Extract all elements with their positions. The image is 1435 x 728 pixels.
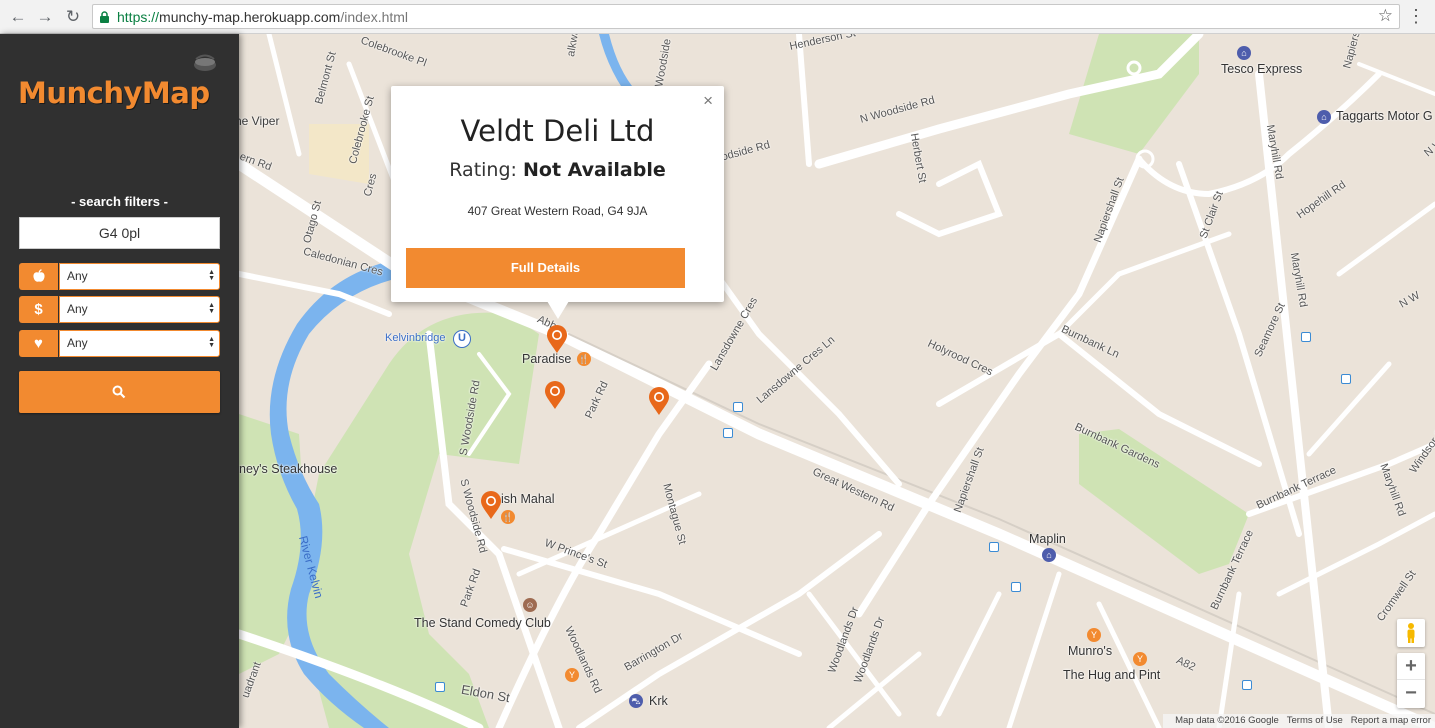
- category-filter: Any ▲ ▼: [19, 263, 220, 290]
- map-marker-icon[interactable]: [479, 490, 503, 520]
- map-data-credit: Map data ©2016 Google: [1175, 715, 1279, 726]
- full-details-button[interactable]: Full Details: [406, 248, 685, 288]
- zoom-in-button[interactable]: +: [1397, 653, 1425, 680]
- map-marker-icon[interactable]: [543, 380, 567, 410]
- back-arrow-icon[interactable]: ←: [6, 5, 30, 29]
- zoom-out-button[interactable]: −: [1397, 680, 1425, 707]
- address-bar[interactable]: https://munchy-map.herokuapp.com/index.h…: [92, 4, 1400, 29]
- map-label: Paradise: [522, 352, 572, 366]
- street-view-pegman-icon[interactable]: [1397, 619, 1425, 647]
- restaurant-name: Veldt Deli Ltd: [460, 114, 655, 148]
- bus-stop-icon[interactable]: [1301, 332, 1311, 342]
- app-logo: MunchyMap: [18, 76, 210, 110]
- browser-toolbar: ← → ↻ https://munchy-map.herokuapp.com/i…: [0, 0, 1435, 34]
- dollar-icon: $: [19, 296, 58, 323]
- map-label: Tesco Express: [1221, 62, 1303, 76]
- bus-stop-icon[interactable]: [989, 542, 999, 552]
- map-label: The Hug and Pint: [1063, 668, 1161, 682]
- price-filter: $ Any ▲ ▼: [19, 296, 220, 323]
- restaurant-icon[interactable]: 🍴: [501, 510, 515, 524]
- bar-icon[interactable]: Y: [1133, 652, 1147, 666]
- terms-link[interactable]: Terms of Use: [1287, 715, 1343, 726]
- rating-select[interactable]: Any ▲ ▼: [59, 330, 220, 357]
- map[interactable]: he Viper Belmont St Colebrooke St Colebr…: [239, 34, 1435, 728]
- map-marker-icon[interactable]: [545, 324, 569, 354]
- map-attribution: Map data ©2016 Google Terms of Use Report …: [1163, 714, 1435, 728]
- bus-stop-icon[interactable]: [733, 402, 743, 412]
- zoom-control: + −: [1397, 653, 1425, 708]
- forward-arrow-icon[interactable]: →: [33, 5, 57, 29]
- search-button[interactable]: [19, 371, 220, 413]
- info-window-tail: [547, 301, 569, 319]
- theatre-icon[interactable]: ☺: [523, 598, 537, 612]
- map-label: Krk: [649, 694, 668, 708]
- bowl-logo-icon: [194, 54, 216, 71]
- url-text[interactable]: https://munchy-map.herokuapp.com/index.h…: [117, 9, 408, 25]
- report-error-link[interactable]: Report a map error: [1351, 715, 1431, 726]
- location-input[interactable]: [19, 217, 220, 249]
- bookmark-star-icon[interactable]: ☆: [1378, 6, 1393, 26]
- browser-menu-icon[interactable]: ⋮: [1407, 5, 1425, 27]
- restaurant-rating: Rating: Not Available: [391, 159, 724, 181]
- map-label: Taggarts Motor G: [1336, 109, 1433, 123]
- shop-icon[interactable]: ⌂: [1237, 46, 1251, 60]
- bus-stop-icon[interactable]: [1242, 680, 1252, 690]
- restaurant-icon[interactable]: 🍴: [577, 352, 591, 366]
- shop-icon[interactable]: ⌂: [1042, 548, 1056, 562]
- heart-icon: ♥: [19, 330, 58, 357]
- rating-filter: ♥ Any ▲ ▼: [19, 330, 220, 357]
- category-select[interactable]: Any ▲ ▼: [59, 263, 220, 290]
- shopping-cart-icon[interactable]: ⛍: [629, 694, 643, 708]
- rating-value: Not Available: [522, 159, 666, 181]
- map-label: Maplin: [1029, 532, 1066, 546]
- subway-icon[interactable]: U: [453, 330, 471, 348]
- reload-icon[interactable]: ↻: [61, 5, 85, 29]
- filters-title: - search filters -: [71, 194, 168, 209]
- map-label: ney's Steakhouse: [239, 462, 338, 476]
- bus-stop-icon[interactable]: [435, 682, 445, 692]
- bus-stop-icon[interactable]: [723, 428, 733, 438]
- map-label: Kelvinbridge: [385, 332, 446, 344]
- lock-icon: [100, 11, 109, 23]
- close-icon[interactable]: ×: [703, 92, 713, 110]
- rating-label: Rating:: [449, 159, 517, 181]
- map-marker-icon[interactable]: [647, 386, 671, 416]
- map-label: he Viper: [239, 114, 280, 128]
- bus-stop-icon[interactable]: [1011, 582, 1021, 592]
- bar-icon[interactable]: Y: [1087, 628, 1101, 642]
- apple-icon: [19, 263, 58, 290]
- map-label: ish Mahal: [501, 492, 555, 506]
- shop-icon[interactable]: ⌂: [1317, 110, 1331, 124]
- price-select[interactable]: Any ▲ ▼: [59, 296, 220, 323]
- search-icon: [112, 385, 126, 399]
- restaurant-address: 407 Great Western Road, G4 9JA: [467, 204, 648, 218]
- bus-stop-icon[interactable]: [1341, 374, 1351, 384]
- map-label: Munro's: [1068, 644, 1113, 658]
- sidebar: MunchyMap - search filters - Any▲▼ $ Any…: [0, 34, 239, 728]
- info-window: × Veldt Deli Ltd Rating: Not Available 4…: [391, 86, 724, 319]
- map-label: The Stand Comedy Club: [414, 616, 551, 630]
- bar-icon[interactable]: Y: [565, 668, 579, 682]
